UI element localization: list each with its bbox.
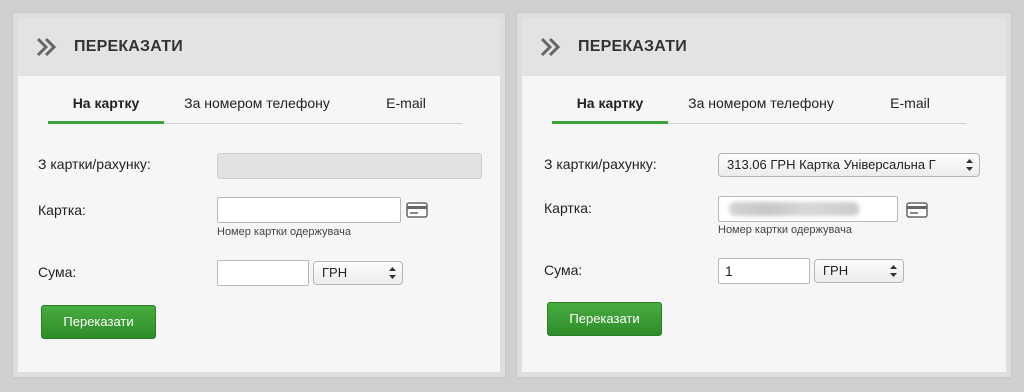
transfer-panel-left: ПЕРЕКАЗАТИ На картку За номером телефону… — [13, 13, 505, 377]
tab-bar: На картку За номером телефону E-mail — [552, 82, 966, 124]
credit-card-icon[interactable] — [406, 202, 428, 218]
panel-title: ПЕРЕКАЗАТИ — [578, 38, 687, 55]
from-account-select[interactable]: 313.06 ГРН Картка Універсальна Г — [718, 153, 980, 177]
tab-email[interactable]: E-mail — [350, 82, 462, 124]
amount-input[interactable]: 1 — [718, 258, 810, 284]
amount-label: Сума: — [544, 262, 583, 278]
amount-input[interactable] — [217, 260, 309, 286]
tab-to-card[interactable]: На картку — [48, 82, 164, 124]
from-account-value: 313.06 ГРН Картка Універсальна Г — [727, 157, 936, 172]
card-number-input[interactable] — [718, 196, 898, 222]
credit-card-icon[interactable] — [906, 202, 928, 218]
transfer-button[interactable]: Переказати — [41, 305, 156, 339]
tab-by-phone[interactable]: За номером телефону — [164, 82, 350, 124]
double-chevron-right-icon — [36, 37, 57, 57]
select-arrows-icon — [389, 267, 396, 279]
card-hint: Номер картки одержувача — [718, 224, 852, 236]
panel-header: ПЕРЕКАЗАТИ — [522, 18, 1006, 76]
card-hint: Номер картки одержувача — [217, 226, 351, 238]
double-chevron-right-icon — [540, 37, 561, 57]
tab-to-card[interactable]: На картку — [552, 82, 668, 124]
blurred-card-number — [729, 202, 859, 216]
tab-bar: На картку За номером телефону E-mail — [48, 82, 462, 124]
tab-by-phone[interactable]: За номером телефону — [668, 82, 854, 124]
from-account-label: З картки/рахунку: — [38, 156, 151, 172]
currency-select[interactable]: ГРН — [814, 259, 904, 283]
from-account-select[interactable] — [217, 153, 482, 179]
card-label: Картка: — [38, 202, 86, 218]
transfer-panel-right: ПЕРЕКАЗАТИ На картку За номером телефону… — [517, 13, 1011, 377]
card-number-input[interactable] — [217, 197, 401, 223]
tab-email[interactable]: E-mail — [854, 82, 966, 124]
from-account-label: З картки/рахунку: — [544, 156, 657, 172]
transfer-button[interactable]: Переказати — [547, 302, 662, 336]
select-arrows-icon — [890, 265, 897, 277]
currency-value: ГРН — [823, 263, 849, 278]
amount-label: Сума: — [38, 264, 77, 280]
panel-header: ПЕРЕКАЗАТИ — [18, 18, 500, 76]
currency-value: ГРН — [322, 265, 348, 280]
panel-title: ПЕРЕКАЗАТИ — [74, 38, 183, 55]
card-label: Картка: — [544, 200, 592, 216]
select-arrows-icon — [966, 159, 973, 171]
currency-select[interactable]: ГРН — [313, 261, 403, 285]
